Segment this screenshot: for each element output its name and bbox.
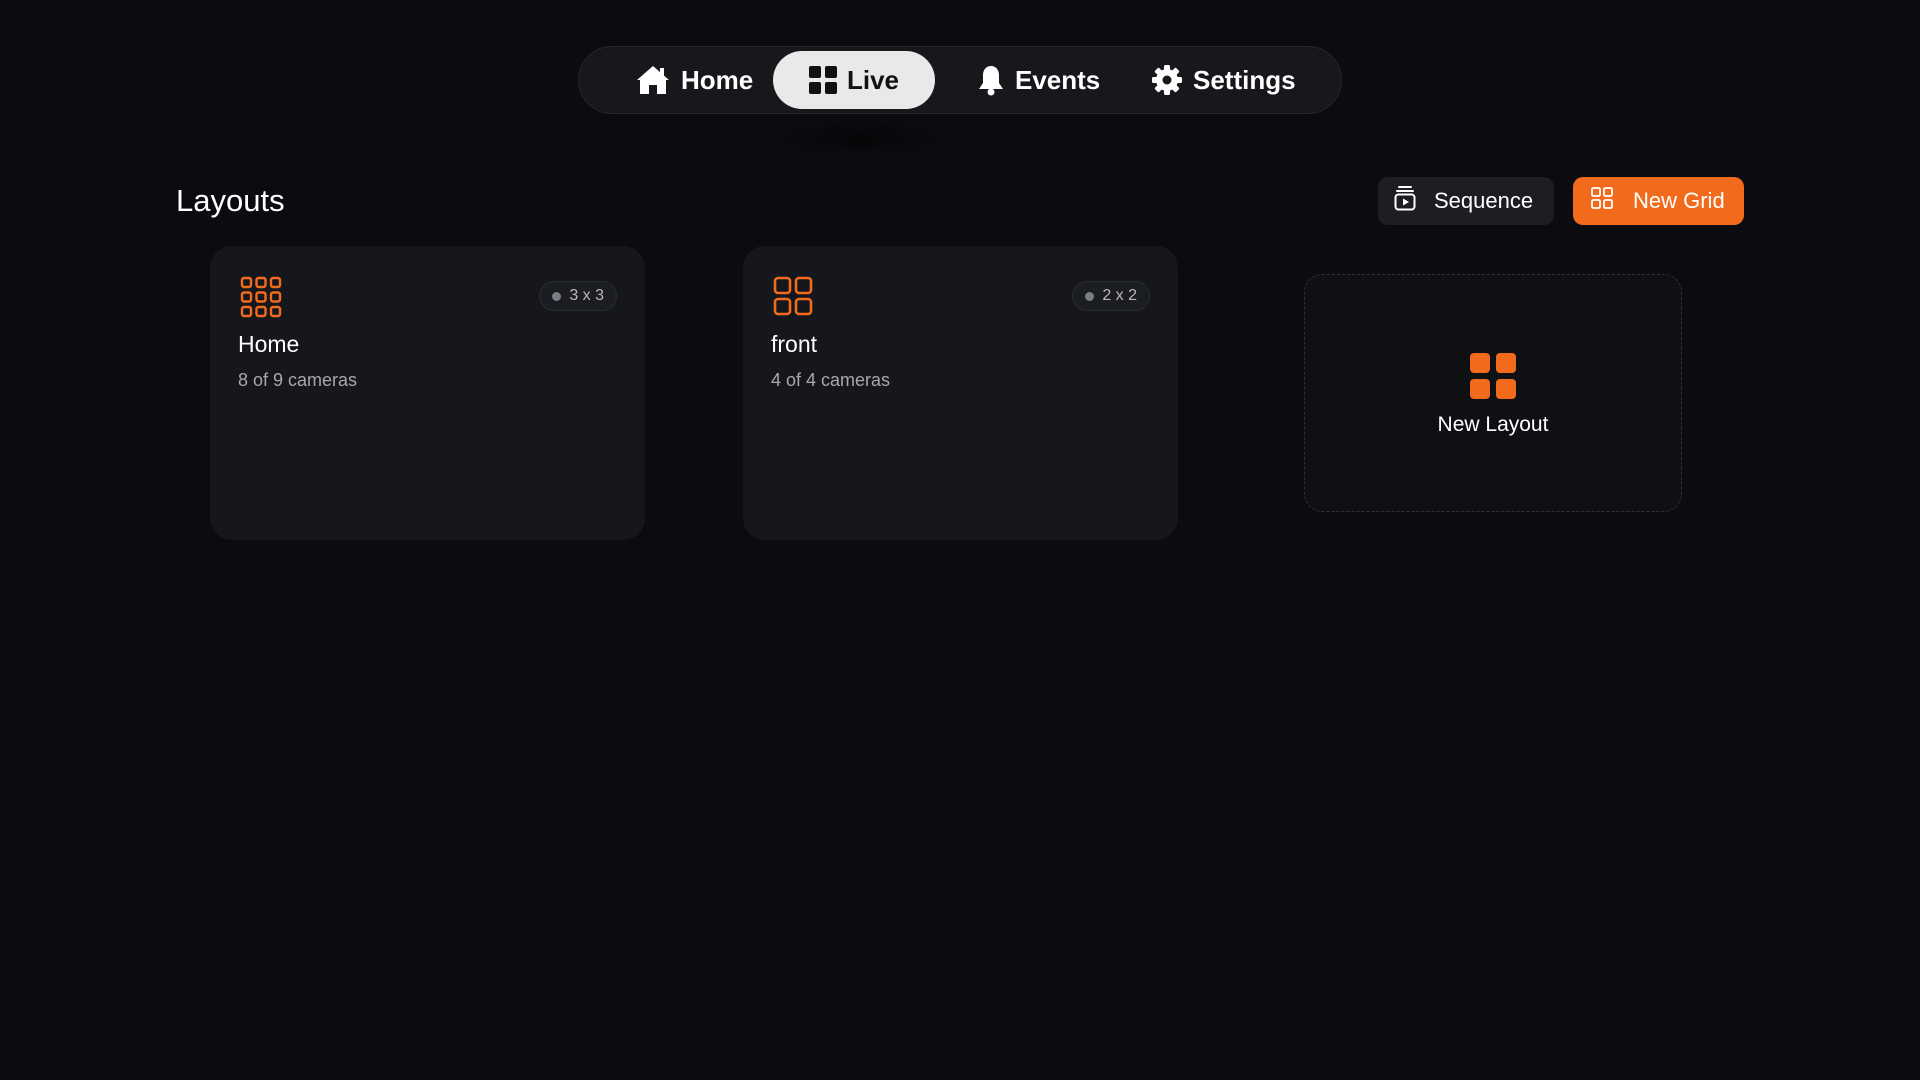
grid-size-badge: 2 x 2 (1072, 281, 1150, 311)
sequence-icon (1394, 185, 1416, 217)
nav-tab-live[interactable]: Live (773, 51, 935, 109)
grid-size-label: 2 x 2 (1102, 287, 1137, 304)
grid-outline-icon (1591, 187, 1613, 215)
nav-shadow (770, 118, 950, 158)
grid-2x2-icon (773, 276, 813, 321)
layout-card-front[interactable]: 2 x 2 front 4 of 4 cameras (743, 246, 1178, 540)
camera-count: 8 of 9 cameras (238, 370, 358, 390)
nav-tab-events[interactable]: Events (959, 51, 1118, 109)
status-dot-icon (552, 291, 562, 301)
grid-size-badge: 3 x 3 (539, 281, 617, 311)
new-grid-button-label: New Grid (1633, 188, 1725, 213)
nav-tab-home[interactable]: Home (617, 51, 771, 109)
nav-tab-settings[interactable]: Settings (1133, 51, 1314, 109)
grid-3x3-icon (240, 276, 282, 323)
layout-name: front (771, 331, 818, 357)
new-layout-label: New Layout (1437, 413, 1549, 436)
grid-icon (808, 66, 837, 94)
new-grid-button[interactable]: New Grid (1573, 177, 1744, 225)
top-navigation: Home Live Events Settings (578, 46, 1342, 114)
grid-filled-icon (1470, 353, 1516, 404)
new-layout-tile[interactable]: New Layout (1304, 274, 1682, 512)
camera-count: 4 of 4 cameras (771, 370, 891, 390)
nav-tab-label: Events (1015, 64, 1101, 95)
nav-tab-label: Home (681, 64, 754, 95)
home-icon (635, 64, 671, 96)
grid-size-label: 3 x 3 (569, 287, 604, 304)
layout-name: Home (238, 331, 300, 357)
nav-tab-label: Live (846, 64, 900, 95)
bell-icon (977, 64, 1005, 96)
sequence-button[interactable]: Sequence (1378, 177, 1554, 225)
gear-icon (1151, 64, 1183, 96)
layout-card-home[interactable]: 3 x 3 Home 8 of 9 cameras (210, 246, 645, 540)
nav-tab-label: Settings (1193, 64, 1296, 95)
sequence-button-label: Sequence (1434, 188, 1534, 213)
status-dot-icon (1085, 291, 1095, 301)
page-title: Layouts (176, 183, 285, 218)
